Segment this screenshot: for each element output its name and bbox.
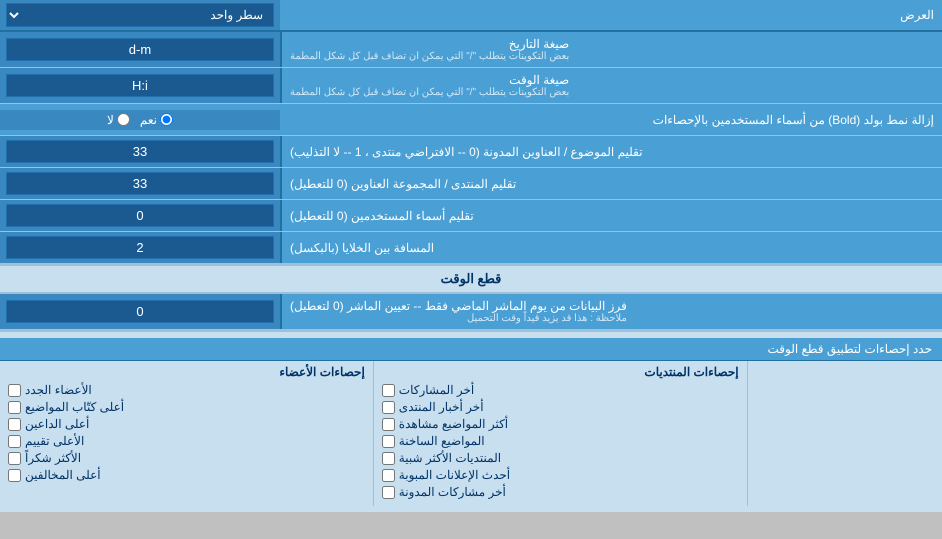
time-format-input[interactable] — [6, 74, 274, 97]
cb-top-inviters[interactable] — [8, 418, 21, 431]
date-format-input-wrapper — [0, 32, 280, 67]
checkbox-item-top-posters: أعلى كتّاب المواضيع — [8, 400, 365, 414]
trim-users-input[interactable] — [6, 204, 274, 227]
checkbox-item-news: أخر أخبار المنتدى — [382, 400, 739, 414]
bold-remove-label: إزالة نمط بولد (Bold) من أسماء المستخدمي… — [280, 108, 942, 132]
date-format-label: صيغة التاريخ بعض التكوينات يتطلب "/" الت… — [280, 32, 942, 67]
checkbox-col-members: إحصاءات الأعضاء الأعضاء الجدد أعلى كتّاب… — [0, 361, 373, 506]
display-label: العرض — [280, 3, 942, 27]
cb-last-posts[interactable] — [382, 384, 395, 397]
trim-forums-row: تقليم المنتدى / المجموعة العناوين (0 للت… — [0, 168, 942, 200]
cb-most-thanked[interactable] — [8, 452, 21, 465]
bold-remove-options: نعم لا — [0, 110, 280, 130]
member-stats-header: إحصاءات الأعضاء — [8, 365, 365, 379]
trim-forums-label: تقليم المنتدى / المجموعة العناوين (0 للت… — [280, 168, 942, 199]
time-format-label: صيغة الوقت بعض التكوينات يتطلب "/" التي … — [280, 68, 942, 103]
display-select[interactable]: سطر واحد سطران ثلاثة أسطر — [6, 3, 274, 27]
checkbox-item-latest-ads: أحدث الإعلانات المبوبة — [382, 468, 739, 482]
cutoff-days-input-wrapper — [0, 294, 280, 329]
checkbox-item-popular-forums: المنتديات الأكثر شبية — [382, 451, 739, 465]
cb-blog-posts[interactable] — [382, 486, 395, 499]
checkbox-item-last-posts: أخر المشاركات — [382, 383, 739, 397]
checkbox-col-empty — [747, 361, 942, 506]
bold-remove-row: إزالة نمط بولد (Bold) من أسماء المستخدمي… — [0, 104, 942, 136]
cb-new-members[interactable] — [8, 384, 21, 397]
main-container: العرض سطر واحد سطران ثلاثة أسطر صيغة الت… — [0, 0, 942, 512]
checkbox-item-top-rated: الأعلى تقييم — [8, 434, 365, 448]
display-select-wrapper: سطر واحد سطران ثلاثة أسطر — [0, 0, 280, 30]
checkbox-item-most-viewed: أكثر المواضيع مشاهدة — [382, 417, 739, 431]
cb-most-viewed[interactable] — [382, 418, 395, 431]
date-format-input[interactable] — [6, 38, 274, 61]
trim-topics-input-wrapper — [0, 136, 280, 167]
trim-topics-input[interactable] — [6, 140, 274, 163]
trim-users-input-wrapper — [0, 200, 280, 231]
checkboxes-grid: إحصاءات المنتديات أخر المشاركات أخر أخبا… — [0, 361, 942, 506]
bold-no-radio[interactable] — [117, 113, 130, 126]
checkbox-item-new-members: الأعضاء الجدد — [8, 383, 365, 397]
trim-topics-row: تقليم الموضوع / العناوين المدونة (0 -- ا… — [0, 136, 942, 168]
cb-latest-ads[interactable] — [382, 469, 395, 482]
display-row: العرض سطر واحد سطران ثلاثة أسطر — [0, 0, 942, 32]
distance-input-wrapper — [0, 232, 280, 263]
cutoff-days-label: فرز البيانات من يوم الماشر الماضي فقط --… — [280, 294, 942, 329]
checkboxes-section: حدد إحصاءات لتطبيق قطع الوقت إحصاءات الم… — [0, 330, 942, 512]
cb-popular-forums[interactable] — [382, 452, 395, 465]
cb-top-posters[interactable] — [8, 401, 21, 414]
distance-row: المسافة بين الخلايا (بالبكسل) — [0, 232, 942, 264]
checkbox-item-most-thanked: الأكثر شكراً — [8, 451, 365, 465]
bold-no-label[interactable]: لا — [107, 113, 130, 127]
bold-yes-label[interactable]: نعم — [140, 113, 173, 127]
checkbox-item-top-violators: أعلى المخالفين — [8, 468, 365, 482]
date-format-row: صيغة التاريخ بعض التكوينات يتطلب "/" الت… — [0, 32, 942, 68]
checkboxes-header: حدد إحصاءات لتطبيق قطع الوقت — [0, 338, 942, 361]
cutoff-days-input[interactable] — [6, 300, 274, 323]
cutoff-days-row: فرز البيانات من يوم الماشر الماضي فقط --… — [0, 294, 942, 330]
forum-stats-header: إحصاءات المنتديات — [382, 365, 739, 379]
checkbox-item-hot-topics: المواضيع الساخنة — [382, 434, 739, 448]
cb-news[interactable] — [382, 401, 395, 414]
cb-hot-topics[interactable] — [382, 435, 395, 448]
checkbox-item-top-inviters: أعلى الداعين — [8, 417, 365, 431]
cb-top-rated[interactable] — [8, 435, 21, 448]
cb-top-violators[interactable] — [8, 469, 21, 482]
trim-forums-input-wrapper — [0, 168, 280, 199]
trim-users-row: تقليم أسماء المستخدمين (0 للتعطيل) — [0, 200, 942, 232]
checkbox-item-blog-posts: أخر مشاركات المدونة — [382, 485, 739, 499]
time-format-row: صيغة الوقت بعض التكوينات يتطلب "/" التي … — [0, 68, 942, 104]
distance-label: المسافة بين الخلايا (بالبكسل) — [280, 232, 942, 263]
trim-forums-input[interactable] — [6, 172, 274, 195]
trim-users-label: تقليم أسماء المستخدمين (0 للتعطيل) — [280, 200, 942, 231]
time-format-input-wrapper — [0, 68, 280, 103]
checkbox-col-forums: إحصاءات المنتديات أخر المشاركات أخر أخبا… — [373, 361, 747, 506]
distance-input[interactable] — [6, 236, 274, 259]
bold-yes-radio[interactable] — [160, 113, 173, 126]
trim-topics-label: تقليم الموضوع / العناوين المدونة (0 -- ا… — [280, 136, 942, 167]
cutoff-header: قطع الوقت — [0, 264, 942, 294]
